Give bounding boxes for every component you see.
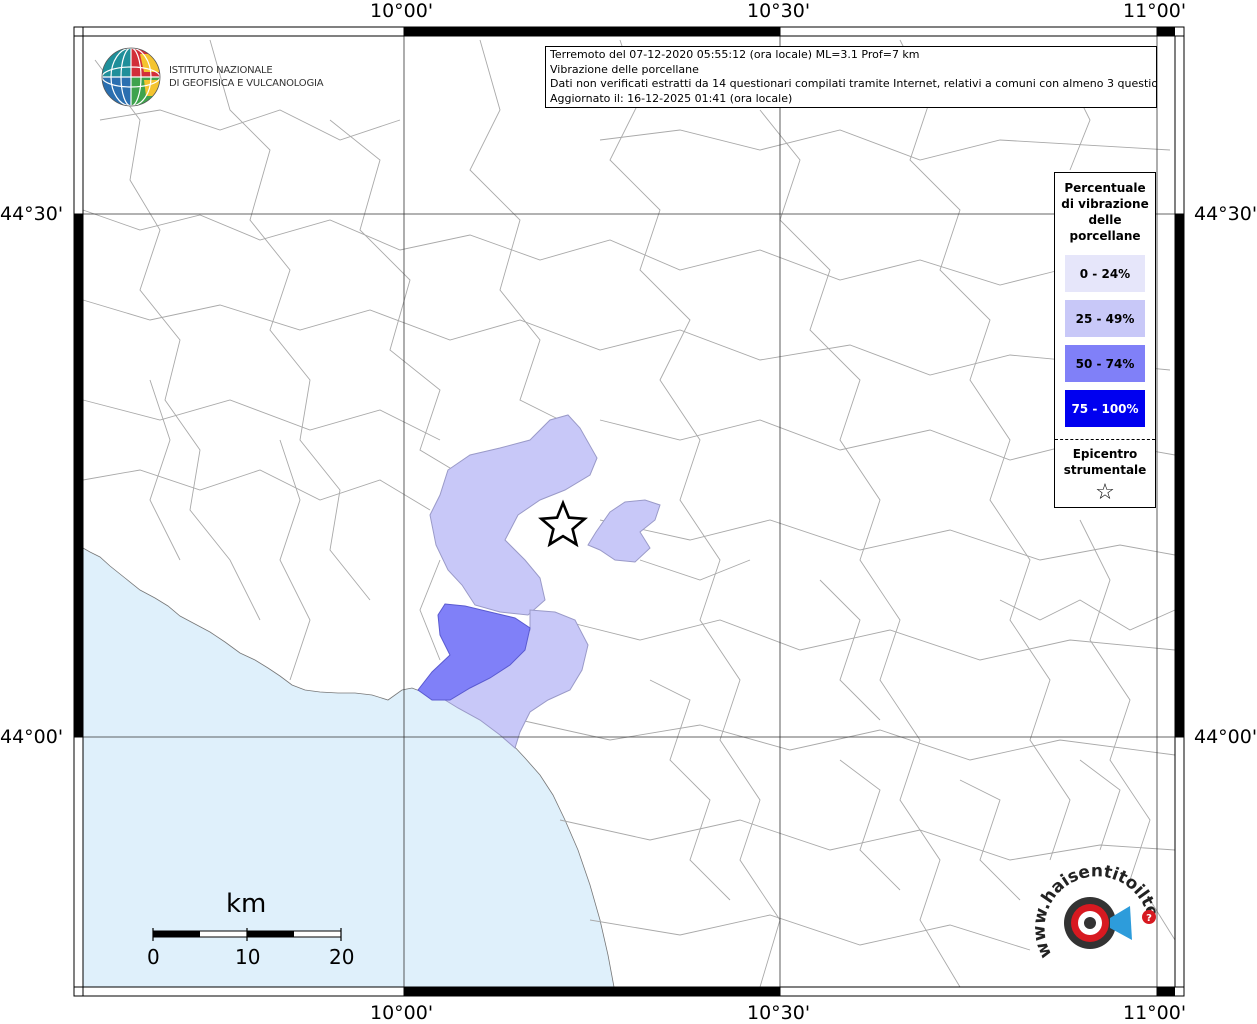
event-info-line3: Dati non verificati estratti da 14 quest… bbox=[550, 77, 1157, 90]
legend-title: Percentuale di vibrazione delle porcella… bbox=[1061, 181, 1149, 243]
axis-label-right-1: 44°30' bbox=[1194, 203, 1257, 225]
axis-label-right-2: 44°00' bbox=[1194, 726, 1257, 748]
event-info-line4: Aggiornato il: 16-12-2025 01:41 (ora loc… bbox=[550, 91, 793, 105]
axis-label-top-3: 11°00' bbox=[1123, 0, 1187, 22]
ingv-logo-line1: ISTITUTO NAZIONALE bbox=[169, 65, 273, 76]
event-info-line2: Vibrazione delle porcellane bbox=[550, 62, 699, 76]
map-legend: Percentuale di vibrazione delle porcella… bbox=[1054, 172, 1156, 508]
svg-text:?: ? bbox=[1146, 913, 1152, 924]
axis-label-left-1: 44°30' bbox=[0, 203, 64, 225]
axis-label-top-1: 10°00' bbox=[370, 0, 434, 22]
ingv-logo: ISTITUTO NAZIONALE DI GEOFISICA E VULCAN… bbox=[100, 46, 324, 110]
haisentito-watermark: www.haisentitoilterremoto.it ? bbox=[1030, 860, 1162, 961]
event-info-box: Terremoto del 07-12-2020 05:55:12 (ora l… bbox=[545, 46, 1157, 108]
axis-label-bottom-1: 10°00' bbox=[370, 1002, 434, 1024]
legend-epicenter-label: Epicentro strumentale bbox=[1063, 447, 1147, 477]
scale-tick-0: 0 bbox=[147, 945, 160, 969]
scale-tick-20: 20 bbox=[329, 945, 355, 969]
scale-tick-10: 10 bbox=[235, 945, 261, 969]
axis-label-top-2: 10°30' bbox=[747, 0, 811, 22]
axis-label-bottom-3: 11°00' bbox=[1123, 1002, 1187, 1024]
ingv-logo-text: ISTITUTO NAZIONALE DI GEOFISICA E VULCAN… bbox=[169, 64, 324, 90]
legend-item-0-24: 0 - 24% bbox=[1065, 255, 1145, 292]
axis-label-bottom-2: 10°30' bbox=[747, 1002, 811, 1024]
legend-separator bbox=[1055, 439, 1155, 440]
scale-bar-unit: km bbox=[226, 889, 267, 919]
ingv-globe-icon bbox=[101, 47, 161, 107]
axis-label-left-2: 44°00' bbox=[0, 726, 64, 748]
event-info-line1: Terremoto del 07-12-2020 05:55:12 (ora l… bbox=[550, 48, 920, 61]
legend-item-25-49: 25 - 49% bbox=[1065, 300, 1145, 337]
legend-item-75-100: 75 - 100% bbox=[1065, 390, 1145, 427]
ingv-logo-line2: DI GEOFISICA E VULCANOLOGIA bbox=[169, 78, 324, 89]
legend-item-50-74: 50 - 74% bbox=[1065, 345, 1145, 382]
legend-star-icon: ☆ bbox=[1095, 480, 1115, 505]
